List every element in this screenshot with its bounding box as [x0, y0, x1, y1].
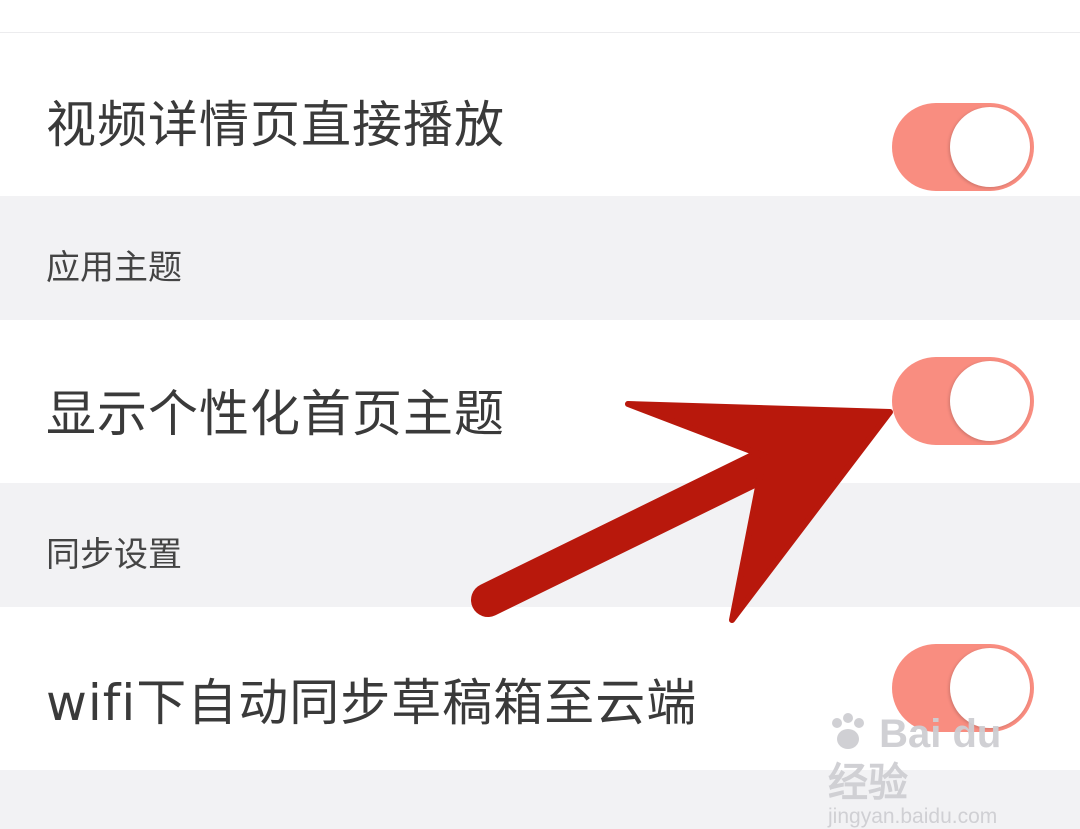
section-title-sync: 同步设置: [46, 535, 182, 575]
toggle-knob: [950, 107, 1030, 187]
paw-icon: [828, 712, 868, 761]
section-header-sync: 同步设置: [0, 483, 1080, 607]
personalized-theme-toggle[interactable]: [892, 357, 1034, 445]
video-autoplay-toggle[interactable]: [892, 103, 1034, 191]
settings-row-personalized-theme: 显示个性化首页主题: [0, 320, 1080, 483]
settings-row-video-autoplay: 视频详情页直接播放: [0, 33, 1080, 196]
watermark-url: jingyan.baidu.com: [828, 805, 998, 828]
top-row-remnant: [0, 0, 1080, 33]
baidu-jingyan-watermark: Bai du 经验 jingyan.baidu.com: [828, 712, 1038, 829]
section-title-theme: 应用主题: [46, 248, 182, 288]
wifi-sync-label: wifi下自动同步草稿箱至云端: [46, 674, 698, 732]
video-autoplay-label: 视频详情页直接播放: [46, 96, 505, 154]
toggle-knob: [950, 361, 1030, 441]
watermark-brand: Bai du 经验: [828, 712, 1038, 805]
section-header-theme: 应用主题: [0, 196, 1080, 320]
personalized-theme-label: 显示个性化首页主题: [46, 385, 505, 443]
